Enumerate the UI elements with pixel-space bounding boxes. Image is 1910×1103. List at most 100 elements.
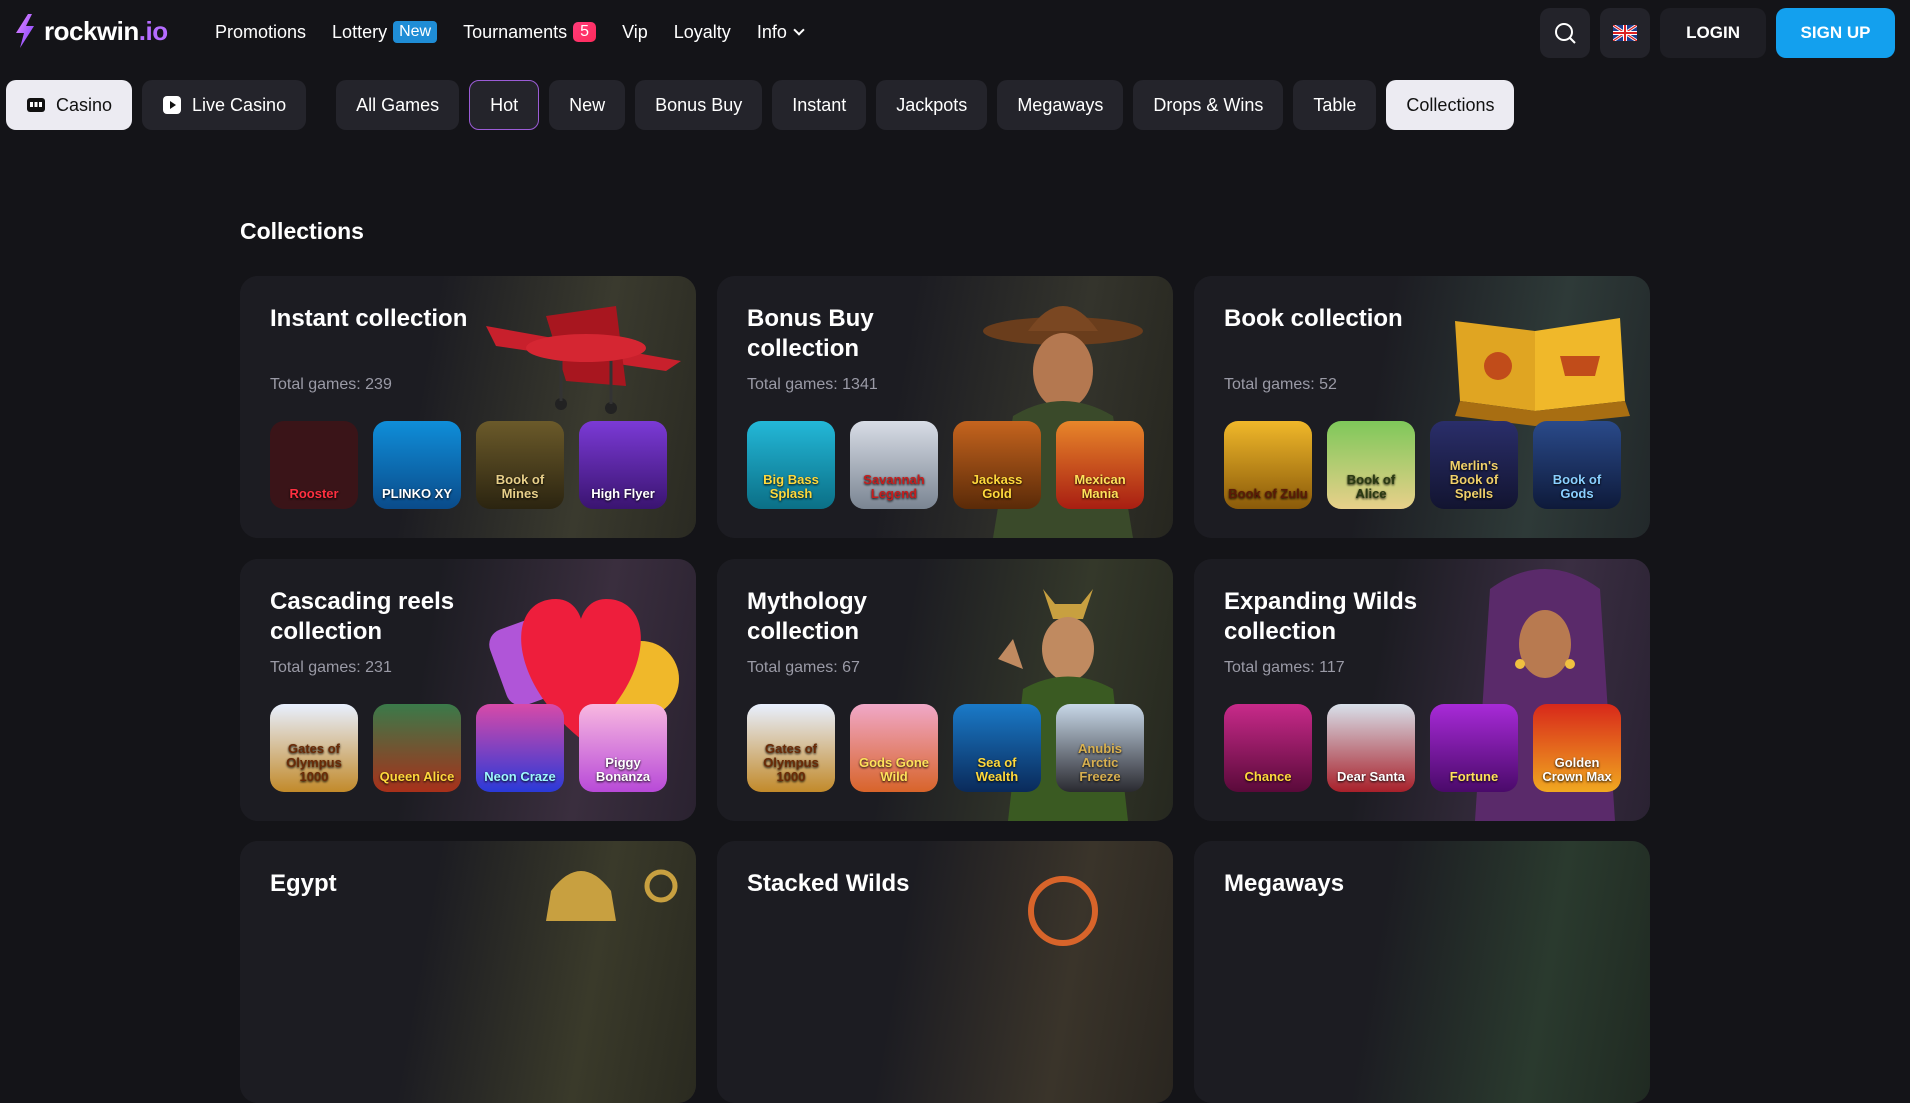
collection-card-megaways[interactable]: Megaways [1194, 841, 1650, 1103]
nav-label: Lottery [332, 21, 388, 42]
collection-title: Instant collection [270, 305, 468, 332]
section-title: Collections [240, 218, 364, 244]
collection-count: Total games: 117 [1224, 659, 1345, 676]
tab-hot[interactable]: Hot [469, 80, 540, 130]
collection-title: Bonus Buy collection [747, 305, 874, 362]
live-casino-toggle[interactable]: Live Casino [142, 80, 307, 130]
collection-title: Stacked Wilds [747, 870, 910, 897]
game-thumb[interactable]: Sea of Wealth [953, 704, 1041, 792]
tab-collections[interactable]: Collections [1386, 80, 1515, 130]
collection-card-mythology[interactable]: Mythology collection Total games: 67 Gat… [717, 559, 1173, 821]
game-thumb[interactable]: Queen Alice [373, 704, 461, 792]
nav-info[interactable]: Info [756, 21, 805, 43]
game-thumb[interactable]: Gates of Olympus 1000 [747, 704, 835, 792]
slot-machine-icon [27, 98, 45, 112]
nav-label: Vip [622, 21, 648, 42]
main-nav: Promotions Lottery New Tournaments 5 Vip L… [215, 0, 805, 64]
game-thumb[interactable]: Piggy Bonanza [579, 704, 667, 792]
chevron-down-icon [793, 24, 805, 36]
tab-all-games[interactable]: All Games [336, 80, 460, 130]
collection-card-stacked-wilds[interactable]: Stacked Wilds [717, 841, 1173, 1103]
game-thumbs: Big Bass Splash Savannah Legend Jackass … [747, 421, 1144, 509]
collection-count: Total games: 1341 [747, 376, 878, 393]
collection-count: Total games: 52 [1224, 376, 1337, 393]
game-thumbs: Gates of Olympus 1000 Queen Alice Neon C… [270, 704, 667, 792]
game-thumb[interactable]: Book of Alice [1327, 421, 1415, 509]
game-thumb[interactable]: Golden Crown Max [1533, 704, 1621, 792]
collection-title: Egypt [270, 870, 337, 897]
play-icon [163, 96, 182, 114]
game-thumb[interactable]: Neon Craze [476, 704, 564, 792]
casino-toggle[interactable]: Casino [6, 80, 133, 130]
tab-new[interactable]: New [549, 80, 626, 130]
collection-count: Total games: 67 [747, 659, 860, 676]
collection-title: Megaways [1224, 870, 1345, 897]
uk-flag-icon [1613, 25, 1638, 41]
brand-name: rockwin.io [44, 15, 168, 46]
tab-drops-wins[interactable]: Drops & Wins [1133, 80, 1284, 130]
header-actions: LOGIN SIGN UP [1540, 8, 1895, 58]
language-button[interactable] [1600, 8, 1651, 58]
search-icon [1555, 23, 1576, 44]
game-thumbs: Book of Zulu Book of Alice Merlin's Book… [1224, 421, 1621, 509]
collection-card-instant[interactable]: Instant collection Total games: 239 Roos… [240, 276, 696, 538]
lightning-icon [16, 14, 34, 48]
collection-card-cascading[interactable]: Cascading reels collection Total games: … [240, 559, 696, 821]
nav-lottery[interactable]: Lottery New [332, 21, 438, 43]
game-thumb[interactable]: Savannah Legend [850, 421, 938, 509]
game-thumb[interactable]: Rooster [270, 421, 358, 509]
game-thumb[interactable]: Fortune [1430, 704, 1518, 792]
nav-label: Loyalty [673, 21, 731, 42]
signup-button[interactable]: SIGN UP [1776, 8, 1895, 58]
tab-instant[interactable]: Instant [772, 80, 867, 130]
tab-jackpots[interactable]: Jackpots [876, 80, 988, 130]
nav-label: Info [756, 21, 787, 42]
nav-vip[interactable]: Vip [622, 22, 648, 43]
casino-label: Casino [56, 94, 113, 115]
nav-loyalty[interactable]: Loyalty [674, 22, 731, 43]
collection-title: Book collection [1224, 305, 1403, 332]
wheel-art [1028, 876, 1098, 946]
collection-card-bonus-buy[interactable]: Bonus Buy collection Total games: 1341 B… [717, 276, 1173, 538]
game-thumbs: Chance Dear Santa Fortune Golden Crown M… [1224, 704, 1621, 792]
login-button[interactable]: LOGIN [1660, 8, 1766, 58]
pharaoh-art [546, 869, 678, 921]
game-thumb[interactable]: Anubis Arctic Freeze [1056, 704, 1144, 792]
game-thumb[interactable]: Book of Mines [476, 421, 564, 509]
game-thumb[interactable]: PLINKO XY [373, 421, 461, 509]
game-thumb[interactable]: Book of Gods [1533, 421, 1621, 509]
tab-table[interactable]: Table [1293, 80, 1377, 130]
collection-card-expanding-wilds[interactable]: Expanding Wilds collection Total games: … [1194, 559, 1650, 821]
game-thumbs: Rooster PLINKO XY Book of Mines High Fly… [270, 421, 667, 509]
search-button[interactable] [1540, 8, 1591, 58]
tab-bonus-buy[interactable]: Bonus Buy [635, 80, 763, 130]
tab-megaways[interactable]: Megaways [997, 80, 1124, 130]
game-thumb[interactable]: Gods Gone Wild [850, 704, 938, 792]
collection-title: Mythology collection [747, 588, 867, 645]
game-thumb[interactable]: Mexican Mania [1056, 421, 1144, 509]
game-thumb[interactable]: Jackass Gold [953, 421, 1041, 509]
category-bar: Casino Live Casino All Games Hot New Bon… [6, 80, 1515, 130]
game-thumb[interactable]: High Flyer [579, 421, 667, 509]
game-thumb[interactable]: Gates of Olympus 1000 [270, 704, 358, 792]
nav-promotions[interactable]: Promotions [215, 22, 306, 43]
game-thumb[interactable]: Merlin's Book of Spells [1430, 421, 1518, 509]
game-thumb[interactable]: Big Bass Splash [747, 421, 835, 509]
collection-title: Cascading reels collection [270, 588, 455, 645]
game-thumb[interactable]: Dear Santa [1327, 704, 1415, 792]
collection-card-egypt[interactable]: Egypt [240, 841, 696, 1103]
count-badge: 5 [573, 22, 597, 42]
game-thumb[interactable]: Chance [1224, 704, 1312, 792]
game-thumb[interactable]: Book of Zulu [1224, 421, 1312, 509]
collection-count: Total games: 231 [270, 659, 392, 676]
top-header: rockwin.io Promotions Lottery New Tournam… [0, 0, 1910, 64]
live-casino-label: Live Casino [192, 94, 287, 115]
game-thumbs: Gates of Olympus 1000 Gods Gone Wild Sea… [747, 704, 1144, 792]
nav-tournaments[interactable]: Tournaments 5 [463, 21, 597, 43]
nav-label: Promotions [215, 21, 307, 42]
brand-logo[interactable]: rockwin.io [12, 14, 168, 48]
nav-label: Tournaments [463, 21, 568, 42]
collection-card-book[interactable]: Book collection Total games: 52 Book of … [1194, 276, 1650, 538]
new-badge: New [393, 21, 438, 43]
collection-title: Expanding Wilds collection [1224, 588, 1418, 645]
